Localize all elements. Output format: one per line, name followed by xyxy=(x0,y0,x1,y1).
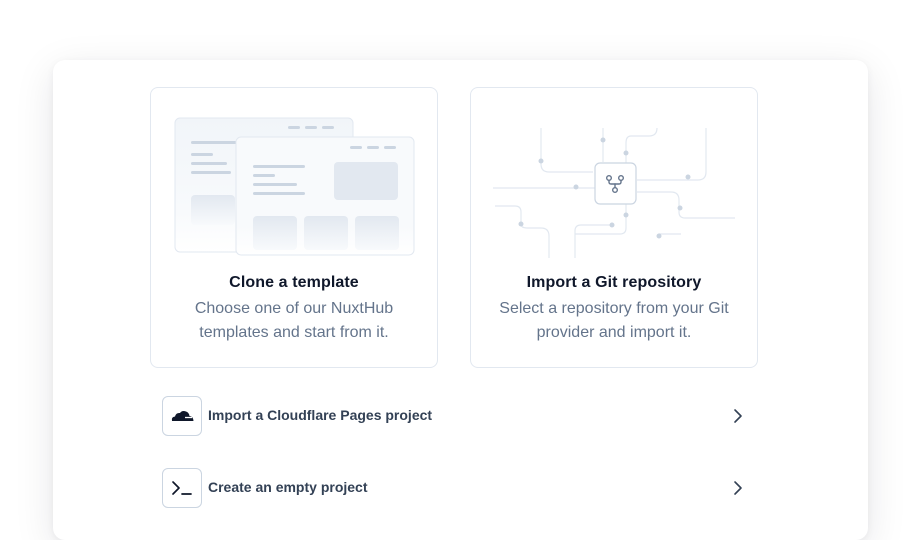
option-label: Create an empty project xyxy=(208,479,368,495)
template-illustration xyxy=(174,117,415,256)
card-title: Import a Git repository xyxy=(526,274,702,291)
create-empty-project-option[interactable]: Create an empty project xyxy=(162,468,762,508)
chevron-right-icon xyxy=(734,481,742,495)
card-description: Select a repository from your Git provid… xyxy=(499,300,729,341)
card-description: Choose one of our NuxtHub templates and … xyxy=(194,300,394,341)
git-branch-icon xyxy=(594,162,637,205)
cloudflare-icon xyxy=(162,396,202,436)
terminal-icon xyxy=(162,468,202,508)
chevron-right-icon xyxy=(734,409,742,423)
clone-template-card[interactable]: Clone a template Choose one of our NuxtH… xyxy=(150,87,438,368)
card-title: Clone a template xyxy=(229,274,359,291)
git-circuit-illustration xyxy=(493,127,735,258)
import-git-card[interactable]: Import a Git repository Select a reposit… xyxy=(470,87,758,368)
import-cloudflare-pages-option[interactable]: Import a Cloudflare Pages project xyxy=(162,396,762,436)
option-label: Import a Cloudflare Pages project xyxy=(208,407,433,423)
